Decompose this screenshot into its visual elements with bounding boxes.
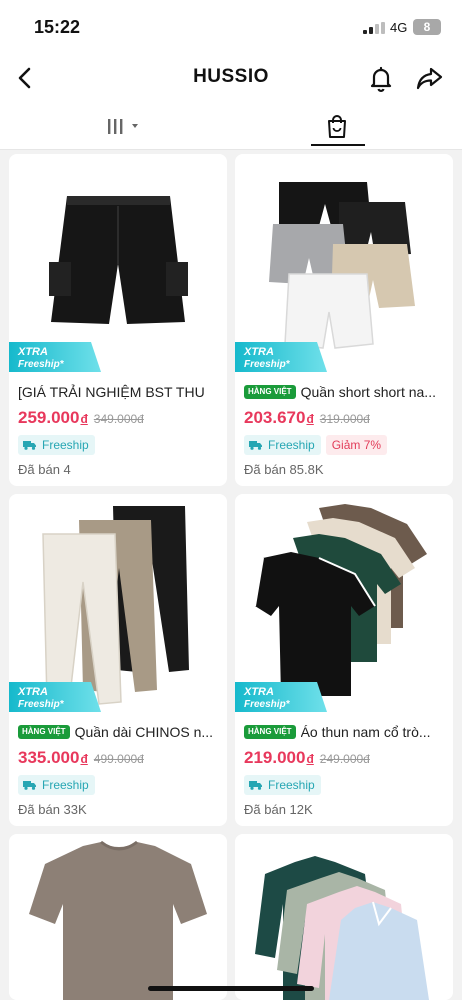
status-bar: 15:22 4G 8 (0, 0, 462, 52)
battery-icon: 8 (413, 19, 441, 35)
share-icon (416, 67, 443, 90)
product-title: [GIÁ TRẢI NGHIỆM BST THU (18, 384, 205, 400)
tag-row: Freeship (18, 775, 95, 795)
price-row: 259.000đ 349.000đ (18, 408, 144, 428)
product-price: 335.000đ (18, 748, 88, 767)
original-price: 349.000đ (93, 412, 144, 426)
hang-viet-badge: HÀNG VIỆT (244, 725, 296, 739)
product-card[interactable]: XTRA Freeship* [GIÁ TRẢI NGHIỆM BST THU … (9, 154, 227, 486)
hang-viet-badge: HÀNG VIỆT (244, 385, 296, 399)
xtra-freeship-badge: XTRA Freeship* (9, 342, 101, 372)
xtra-freeship-badge: XTRA Freeship* (9, 682, 101, 712)
tab-category-view[interactable] (96, 110, 154, 144)
sold-count: Đã bán 33K (18, 802, 87, 817)
signal-icon (363, 22, 385, 34)
tag-row: Freeship (244, 775, 321, 795)
svg-text:XTRA: XTRA (243, 346, 274, 358)
price-row: 203.670đ 319.000đ (244, 408, 370, 428)
product-card[interactable] (9, 834, 227, 1000)
shopping-bag-icon (328, 115, 346, 138)
sold-count: Đã bán 12K (244, 802, 313, 817)
product-image-tshirt-stack (235, 494, 453, 712)
price-row: 335.000đ 499.000đ (18, 748, 144, 768)
svg-text:XTRA: XTRA (17, 346, 48, 358)
tag-row: Freeship Giảm 7% (244, 435, 388, 455)
product-title: HÀNG VIỆT Quần short short na... (244, 384, 445, 400)
product-price: 219.000đ (244, 748, 314, 767)
product-title: HÀNG VIỆT Quần dài CHINOS n... (18, 724, 219, 740)
view-tabs (0, 104, 462, 150)
original-price: 499.000đ (93, 752, 144, 766)
home-indicator (148, 986, 314, 991)
product-price: 203.670đ (244, 408, 314, 427)
freeship-tag: Freeship (18, 435, 95, 455)
sold-count: Đã bán 85.8K (244, 462, 324, 477)
network-type: 4G (390, 20, 408, 35)
bell-icon (370, 66, 392, 92)
tag-row: Freeship (18, 435, 95, 455)
freeship-tag: Freeship (244, 775, 321, 795)
freeship-tag: Freeship (244, 435, 321, 455)
product-card[interactable] (235, 834, 453, 1000)
status-time: 15:22 (34, 17, 81, 37)
truck-icon (23, 781, 36, 790)
discount-tag: Giảm 7% (325, 435, 388, 455)
price-row: 219.000đ 249.000đ (244, 748, 370, 768)
product-card[interactable]: XTRA Freeship* HÀNG VIỆT Áo thun nam cổ … (235, 494, 453, 826)
grid-lines-icon (108, 119, 138, 134)
svg-text:Freeship*: Freeship* (244, 359, 291, 370)
share-button[interactable] (414, 63, 444, 93)
original-price: 249.000đ (319, 752, 370, 766)
original-price: 319.000đ (319, 412, 370, 426)
xtra-freeship-badge: XTRA Freeship* (235, 342, 327, 372)
svg-text:XTRA: XTRA (243, 686, 274, 698)
product-card[interactable]: XTRA Freeship* HÀNG VIỆT Quần dài CHINOS… (9, 494, 227, 826)
svg-text:XTRA: XTRA (17, 686, 48, 698)
notification-button[interactable] (366, 63, 396, 93)
product-image-chinos-trio (9, 494, 227, 712)
truck-icon (249, 781, 262, 790)
active-tab-indicator (311, 144, 365, 146)
product-card[interactable]: XTRA Freeship* HÀNG VIỆT Quần short shor… (235, 154, 453, 486)
truck-icon (249, 441, 262, 450)
product-image-shirt-stack (235, 834, 453, 1000)
truck-icon (23, 441, 36, 450)
xtra-freeship-badge: XTRA Freeship* (235, 682, 327, 712)
product-image-shorts-bundle (235, 154, 453, 372)
product-image-brown-tshirt (9, 834, 227, 1000)
svg-text:Freeship*: Freeship* (18, 699, 65, 710)
product-image-black-cargo-shorts (9, 154, 227, 372)
svg-text:Freeship*: Freeship* (18, 359, 65, 370)
product-price: 259.000đ (18, 408, 88, 427)
sold-count: Đã bán 4 (18, 462, 71, 477)
product-title: HÀNG VIỆT Áo thun nam cổ trò... (244, 724, 445, 740)
top-nav: HUSSIO (0, 52, 462, 104)
freeship-tag: Freeship (18, 775, 95, 795)
hang-viet-badge: HÀNG VIỆT (18, 725, 70, 739)
svg-text:Freeship*: Freeship* (244, 699, 291, 710)
